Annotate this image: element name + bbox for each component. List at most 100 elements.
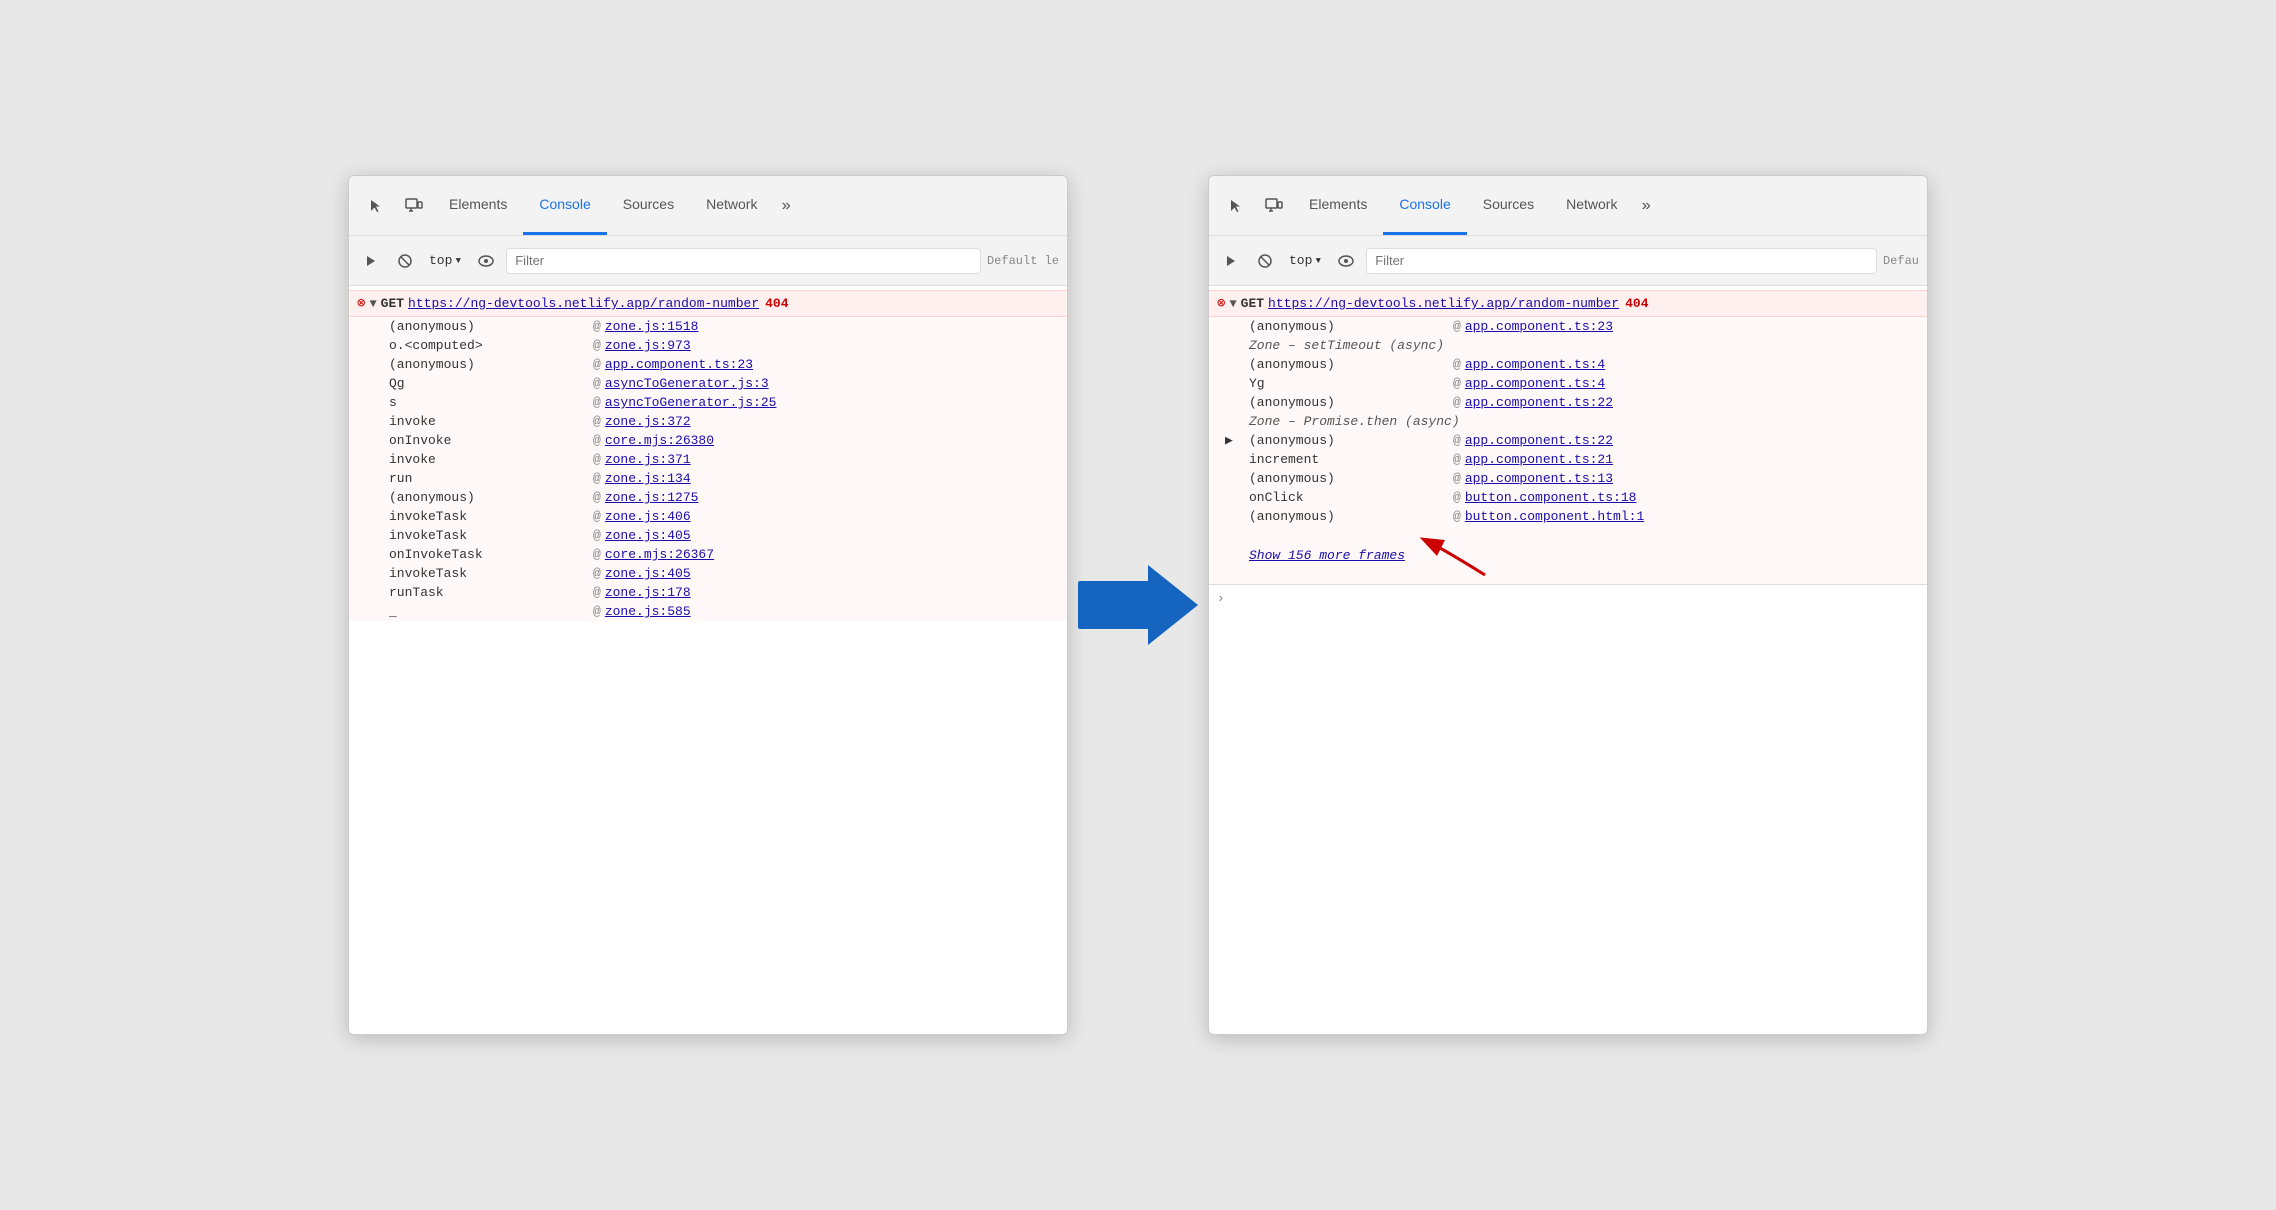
table-row: invoke @ zone.js:372 xyxy=(349,412,1067,431)
left-tab-console[interactable]: Console xyxy=(523,176,606,235)
table-row: invokeTask @ zone.js:405 xyxy=(349,526,1067,545)
left-link-4[interactable]: asyncToGenerator.js:25 xyxy=(605,395,777,410)
right-link-10[interactable]: button.component.html:1 xyxy=(1465,509,1644,524)
right-toolbar: top ▾ Defau xyxy=(1209,236,1927,286)
right-error-row: ⊗ ▼ GET https://ng-devtools.netlify.app/… xyxy=(1209,290,1927,317)
show-more-row: Show 156 more frames xyxy=(1209,526,1927,584)
table-row: Yg @ app.component.ts:4 xyxy=(1209,374,1927,393)
right-link-7[interactable]: app.component.ts:21 xyxy=(1465,452,1613,467)
right-error-icon: ⊗ xyxy=(1217,295,1225,312)
right-device-icon[interactable] xyxy=(1255,176,1293,235)
left-toolbar: top ▾ Default le xyxy=(349,236,1067,286)
right-tab-sources[interactable]: Sources xyxy=(1467,176,1550,235)
left-device-icon[interactable] xyxy=(395,176,433,235)
table-row: onInvoke @ core.mjs:26380 xyxy=(349,431,1067,450)
left-context-select[interactable]: top ▾ xyxy=(425,251,466,270)
right-link-0[interactable]: app.component.ts:23 xyxy=(1465,319,1613,334)
left-tab-network[interactable]: Network xyxy=(690,176,773,235)
right-chevron-icon: › xyxy=(1217,591,1225,606)
table-row: Zone – setTimeout (async) xyxy=(1209,336,1927,355)
table-row: (anonymous) @ app.component.ts:22 xyxy=(1209,393,1927,412)
show-more-link[interactable]: Show 156 more frames xyxy=(1249,548,1405,563)
right-tab-network[interactable]: Network xyxy=(1550,176,1633,235)
right-context-select[interactable]: top ▾ xyxy=(1285,251,1326,270)
right-link-2[interactable]: app.component.ts:4 xyxy=(1465,357,1605,372)
right-devtools-panel: Elements Console Sources Network » top xyxy=(1208,175,1928,1035)
left-link-15[interactable]: zone.js:585 xyxy=(605,604,691,619)
left-block-btn[interactable] xyxy=(391,247,419,275)
right-eye-btn[interactable] xyxy=(1332,247,1360,275)
left-link-8[interactable]: zone.js:134 xyxy=(605,471,691,486)
left-link-13[interactable]: zone.js:405 xyxy=(605,566,691,581)
table-row: (anonymous) @ app.component.ts:4 xyxy=(1209,355,1927,374)
left-link-7[interactable]: zone.js:371 xyxy=(605,452,691,467)
table-row: (anonymous) @ app.component.ts:13 xyxy=(1209,469,1927,488)
right-cursor-icon[interactable] xyxy=(1217,176,1255,235)
table-row: o.<computed> @ zone.js:973 xyxy=(349,336,1067,355)
right-stack-section: (anonymous) @ app.component.ts:23 Zone –… xyxy=(1209,317,1927,584)
table-row: invokeTask @ zone.js:406 xyxy=(349,507,1067,526)
table-row: increment @ app.component.ts:21 xyxy=(1209,450,1927,469)
left-eye-btn[interactable] xyxy=(472,247,500,275)
right-link-8[interactable]: app.component.ts:13 xyxy=(1465,471,1613,486)
right-console-content: ⊗ ▼ GET https://ng-devtools.netlify.app/… xyxy=(1209,286,1927,1034)
table-row: (anonymous) @ app.component.ts:23 xyxy=(1209,317,1927,336)
left-error-triangle[interactable]: ▼ xyxy=(369,297,376,311)
table-row: invoke @ zone.js:371 xyxy=(349,450,1067,469)
left-link-6[interactable]: core.mjs:26380 xyxy=(605,433,714,448)
left-tab-more[interactable]: » xyxy=(773,176,799,235)
direction-arrow xyxy=(1068,565,1208,645)
right-default-level: Defau xyxy=(1883,254,1919,268)
left-default-level: Default le xyxy=(987,254,1059,268)
left-tab-elements[interactable]: Elements xyxy=(433,176,523,235)
left-link-2[interactable]: app.component.ts:23 xyxy=(605,357,753,372)
table-row: Zone – Promise.then (async) xyxy=(1209,412,1927,431)
red-arrow-annotation xyxy=(1415,530,1495,580)
left-error-icon: ⊗ xyxy=(357,295,365,312)
right-link-4[interactable]: app.component.ts:22 xyxy=(1465,395,1613,410)
left-link-1[interactable]: zone.js:973 xyxy=(605,338,691,353)
scene: Elements Console Sources Network » top xyxy=(0,0,2276,1210)
right-tab-console[interactable]: Console xyxy=(1383,176,1466,235)
left-error-row: ⊗ ▼ GET https://ng-devtools.netlify.app/… xyxy=(349,290,1067,317)
table-row: onInvokeTask @ core.mjs:26367 xyxy=(349,545,1067,564)
left-link-12[interactable]: core.mjs:26367 xyxy=(605,547,714,562)
right-filter-input[interactable] xyxy=(1366,248,1877,274)
right-link-9[interactable]: button.component.ts:18 xyxy=(1465,490,1637,505)
right-link-3[interactable]: app.component.ts:4 xyxy=(1465,376,1605,391)
left-link-14[interactable]: zone.js:178 xyxy=(605,585,691,600)
table-row: (anonymous) @ zone.js:1518 xyxy=(349,317,1067,336)
right-error-triangle[interactable]: ▼ xyxy=(1229,297,1236,311)
right-tab-more[interactable]: » xyxy=(1633,176,1659,235)
left-console-content: ⊗ ▼ GET https://ng-devtools.netlify.app/… xyxy=(349,286,1067,1034)
right-console-input-row: › xyxy=(1209,584,1927,612)
left-link-0[interactable]: zone.js:1518 xyxy=(605,319,699,334)
left-tabs-bar: Elements Console Sources Network » xyxy=(349,176,1067,236)
left-link-11[interactable]: zone.js:405 xyxy=(605,528,691,543)
left-run-btn[interactable] xyxy=(357,247,385,275)
left-link-5[interactable]: zone.js:372 xyxy=(605,414,691,429)
left-cursor-icon[interactable] xyxy=(357,176,395,235)
table-row: ▶ (anonymous) @ app.component.ts:22 xyxy=(1209,431,1927,450)
right-run-btn[interactable] xyxy=(1217,247,1245,275)
table-row: run @ zone.js:134 xyxy=(349,469,1067,488)
table-row: _ @ zone.js:585 xyxy=(349,602,1067,621)
right-tabs-bar: Elements Console Sources Network » xyxy=(1209,176,1927,236)
table-row: runTask @ zone.js:178 xyxy=(349,583,1067,602)
table-row: (anonymous) @ app.component.ts:23 xyxy=(349,355,1067,374)
left-error-url[interactable]: https://ng-devtools.netlify.app/random-n… xyxy=(408,296,759,311)
left-link-3[interactable]: asyncToGenerator.js:3 xyxy=(605,376,769,391)
left-link-9[interactable]: zone.js:1275 xyxy=(605,490,699,505)
table-row: (anonymous) @ button.component.html:1 xyxy=(1209,507,1927,526)
right-block-btn[interactable] xyxy=(1251,247,1279,275)
left-stack-section: (anonymous) @ zone.js:1518 o.<computed> … xyxy=(349,317,1067,621)
left-link-10[interactable]: zone.js:406 xyxy=(605,509,691,524)
right-error-url[interactable]: https://ng-devtools.netlify.app/random-n… xyxy=(1268,296,1619,311)
left-tab-sources[interactable]: Sources xyxy=(607,176,690,235)
right-tab-elements[interactable]: Elements xyxy=(1293,176,1383,235)
table-row: invokeTask @ zone.js:405 xyxy=(349,564,1067,583)
table-row: s @ asyncToGenerator.js:25 xyxy=(349,393,1067,412)
right-link-6[interactable]: app.component.ts:22 xyxy=(1465,433,1613,448)
left-filter-input[interactable] xyxy=(506,248,981,274)
table-row: Qg @ asyncToGenerator.js:3 xyxy=(349,374,1067,393)
